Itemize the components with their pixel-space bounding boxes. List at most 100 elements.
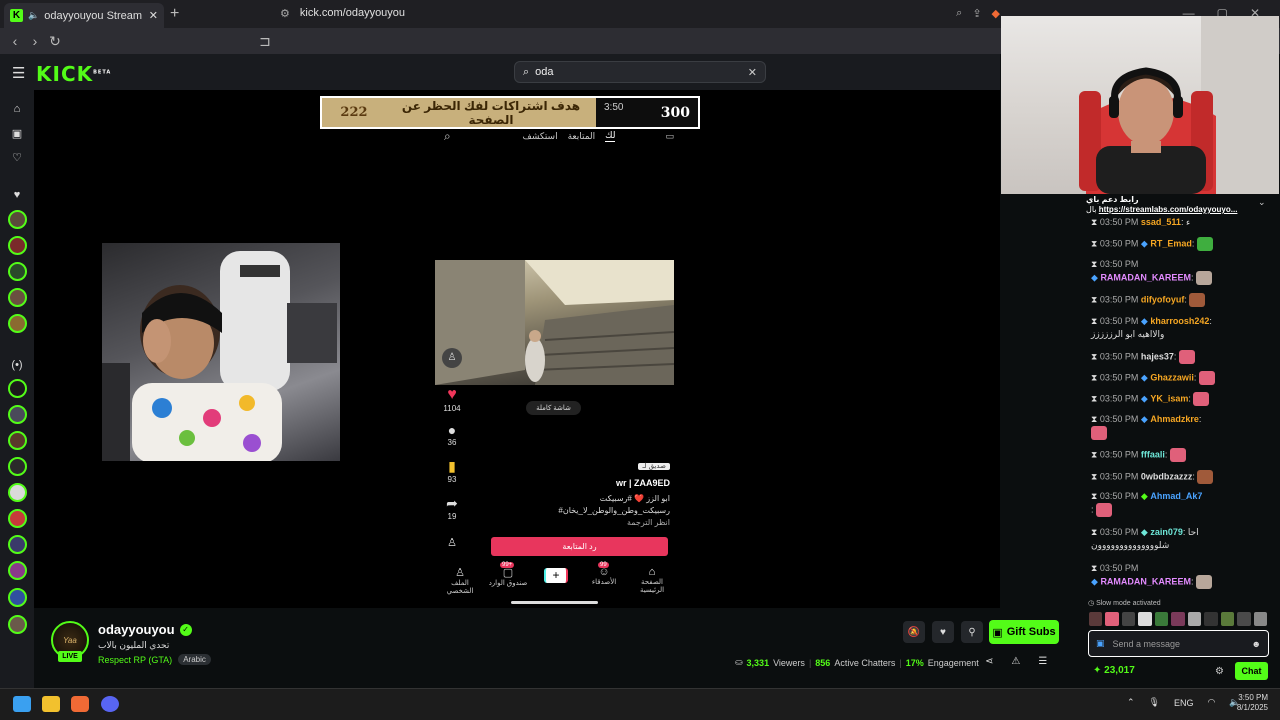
pin-button[interactable]: ⚲: [961, 621, 983, 643]
message-user[interactable]: kharroosh242: [1150, 316, 1209, 326]
chat-message[interactable]: ⧗ 03:50 PM ◆ RT_Emad:: [1091, 237, 1271, 251]
chat-message-input[interactable]: ▣ Send a message ☻: [1088, 630, 1269, 657]
site-info-icon[interactable]: ⚙: [280, 7, 290, 20]
message-user[interactable]: RT_Emad: [1150, 238, 1192, 248]
back-icon[interactable]: ‹: [5, 33, 25, 49]
following-icon[interactable]: ♡: [9, 151, 25, 167]
notification-off-button[interactable]: 🔕: [903, 621, 925, 643]
emote-icon[interactable]: [1089, 612, 1103, 626]
message-user[interactable]: 0wbdbzazzz: [1141, 471, 1193, 481]
recommended-channel-avatar[interactable]: [8, 405, 27, 424]
recommended-channel-avatar[interactable]: [8, 535, 27, 554]
language-tag[interactable]: Arabic: [178, 654, 211, 665]
follow-button[interactable]: ♥: [932, 621, 954, 643]
chat-message[interactable]: ⧗ 03:50 PM difyofoyuf:: [1091, 293, 1271, 307]
chat-message[interactable]: ⧗ 03:50 PM ◆ Ghazzawii:: [1091, 371, 1271, 385]
pinned-link[interactable]: https://streamlabs.com/odayyouyo...: [1099, 205, 1238, 214]
brave-browser-icon[interactable]: [71, 696, 89, 712]
share-icon[interactable]: ⇪: [972, 7, 981, 20]
windows-start-icon[interactable]: [13, 696, 31, 712]
forward-icon[interactable]: ›: [25, 33, 45, 49]
search-input[interactable]: ⌕ oda ✕: [514, 61, 766, 83]
menu-icon[interactable]: ☰: [12, 64, 25, 82]
chat-message[interactable]: ⧗ 03:50 PM ◆ zain079: احا شلوووووووووووو…: [1091, 526, 1271, 552]
recommended-channel-avatar[interactable]: [8, 509, 27, 528]
recommended-channel-avatar[interactable]: [8, 588, 27, 607]
file-explorer-icon[interactable]: [42, 696, 60, 712]
message-user[interactable]: Ghazzawii: [1150, 372, 1194, 382]
emote-icon[interactable]: [1121, 612, 1136, 626]
close-tab-icon[interactable]: ✕: [149, 9, 158, 22]
chat-message[interactable]: ⧗ 03:50 PM ◆ RAMADAN_KAREEM:: [1091, 562, 1271, 589]
chevron-down-icon[interactable]: ⌄: [1258, 197, 1266, 208]
new-tab-button[interactable]: +: [170, 5, 179, 23]
message-user[interactable]: RAMADAN_KAREEM: [1100, 576, 1191, 586]
emote-icon[interactable]: [1105, 612, 1119, 626]
recommended-channel-avatar[interactable]: [8, 483, 27, 502]
chat-message[interactable]: ⧗ 03:50 PM ssad_511: ء: [1091, 216, 1271, 229]
followed-channel-avatar[interactable]: [8, 314, 27, 333]
message-user[interactable]: YK_isam: [1150, 393, 1188, 403]
category-link[interactable]: Respect RP (GTA): [98, 655, 172, 665]
followed-channel-avatar[interactable]: [8, 210, 27, 229]
chat-message[interactable]: ⧗ 03:50 PM ◆ Ahmadzkre:: [1091, 413, 1271, 440]
home-icon[interactable]: ⌂: [9, 103, 25, 119]
followed-channel-avatar[interactable]: [8, 288, 27, 307]
recommended-channel-avatar[interactable]: [8, 431, 27, 450]
kick-logo[interactable]: KICKBETA: [36, 62, 111, 86]
discord-icon[interactable]: [101, 696, 119, 712]
emote-icon[interactable]: [1154, 612, 1169, 626]
followed-channel-avatar[interactable]: [8, 236, 27, 255]
taskbar-clock[interactable]: 3:50 PM 8/1/2025: [1232, 693, 1268, 713]
chat-settings-icon[interactable]: ⚙: [1215, 666, 1224, 677]
channel-points[interactable]: ✦ 23,017: [1093, 665, 1135, 676]
chat-message[interactable]: ⧗ 03:50 PM 0wbdbzazzz:: [1091, 470, 1271, 484]
more-icon[interactable]: ☰: [1038, 656, 1047, 667]
chat-message[interactable]: ⧗ 03:50 PM ◆ kharroosh242: والااهيه ابو ا…: [1091, 315, 1271, 341]
url-field[interactable]: ⚙ kick.com/odayyouyou ⌕ ⇪ ◆: [280, 4, 1000, 22]
browser-tab[interactable]: K 🔈 odayyouyou Stream - Watch ✕: [4, 3, 164, 28]
language-indicator[interactable]: ENG: [1174, 698, 1194, 708]
followed-channel-avatar[interactable]: [8, 262, 27, 281]
emote-icon[interactable]: [1204, 612, 1218, 626]
recommended-channel-avatar[interactable]: [8, 561, 27, 580]
emote-icon[interactable]: [1237, 612, 1251, 626]
emote-icon[interactable]: [1253, 612, 1267, 626]
chat-message[interactable]: ⧗ 03:50 PM fffaali:: [1091, 448, 1271, 462]
kick-emote-icon[interactable]: ▣: [1096, 638, 1105, 649]
message-user[interactable]: zain079: [1150, 527, 1183, 537]
emote-icon[interactable]: [1138, 612, 1152, 626]
message-user[interactable]: hajes37: [1141, 351, 1174, 361]
report-icon[interactable]: ⚠: [1011, 656, 1020, 667]
wifi-icon[interactable]: ◠: [1208, 697, 1216, 708]
zoom-icon[interactable]: ⌕: [956, 7, 962, 20]
recommended-channel-avatar[interactable]: [8, 615, 27, 634]
chat-message[interactable]: ⧗ 03:50 PM hajes37:: [1091, 350, 1271, 364]
message-user[interactable]: Ahmad_Ak7: [1150, 491, 1202, 501]
gift-subs-button[interactable]: ▣ Gift Subs: [989, 620, 1059, 644]
brave-shield-icon[interactable]: ◆: [992, 7, 1000, 20]
microphone-icon[interactable]: 🎙: [1149, 697, 1160, 708]
emote-icon[interactable]: [1187, 612, 1202, 626]
reload-icon[interactable]: ↻: [45, 33, 65, 50]
message-user[interactable]: RAMADAN_KAREEM: [1100, 272, 1191, 282]
chat-message[interactable]: ⧗ 03:50 PM ◆ Ahmad_Ak7:: [1091, 490, 1271, 517]
recommended-channel-avatar[interactable]: [8, 379, 27, 398]
tray-chevron-icon[interactable]: ⌃: [1127, 697, 1135, 708]
message-user[interactable]: Ahmadzkre: [1150, 414, 1199, 424]
bookmark-icon[interactable]: ⊐: [255, 33, 275, 50]
channel-name[interactable]: odayyouyou ✓: [98, 622, 192, 637]
clear-search-icon[interactable]: ✕: [748, 66, 757, 79]
message-user[interactable]: difyofoyuf: [1141, 294, 1185, 304]
chat-send-button[interactable]: Chat: [1235, 662, 1268, 680]
message-user[interactable]: ssad_511: [1141, 217, 1181, 227]
chat-message[interactable]: ⧗ 03:50 PM ◆ YK_isam:: [1091, 392, 1271, 406]
emote-icon[interactable]: [1220, 612, 1235, 626]
browse-icon[interactable]: ▣: [9, 127, 25, 143]
share-icon[interactable]: ⋖: [985, 656, 993, 667]
chat-message[interactable]: ⧗ 03:50 PM ◆ RAMADAN_KAREEM:: [1091, 258, 1271, 285]
message-user[interactable]: fffaali: [1141, 449, 1165, 459]
emoji-icon[interactable]: ☻: [1252, 639, 1261, 649]
emote-icon[interactable]: [1171, 612, 1185, 626]
recommended-channel-avatar[interactable]: [8, 457, 27, 476]
